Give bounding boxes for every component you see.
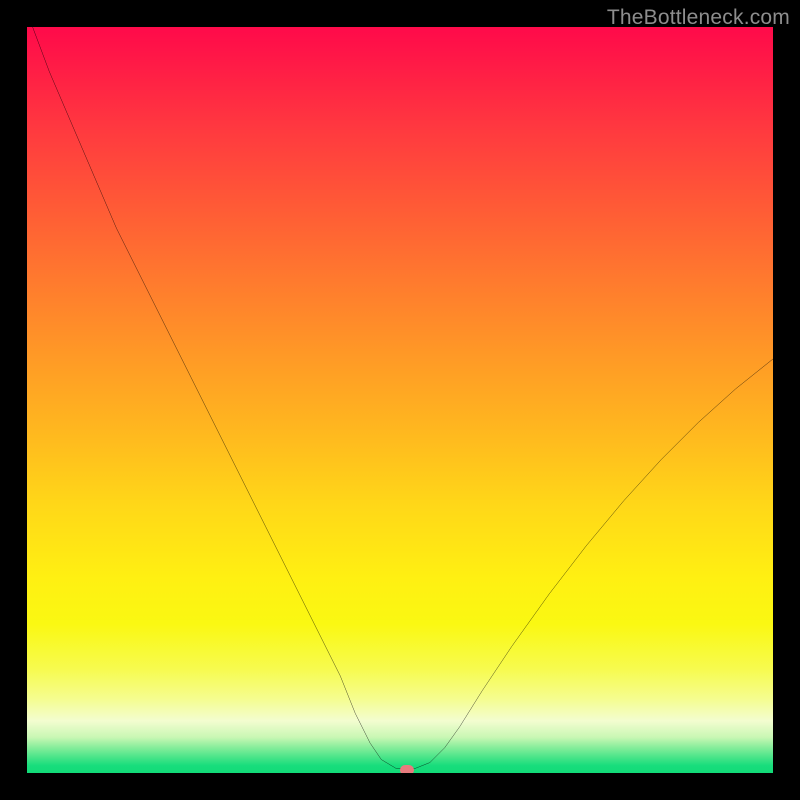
chart-frame: TheBottleneck.com — [0, 0, 800, 800]
optimum-marker — [400, 765, 414, 773]
watermark-text: TheBottleneck.com — [607, 6, 790, 30]
plot-area — [27, 27, 773, 773]
bottleneck-curve — [27, 27, 773, 773]
